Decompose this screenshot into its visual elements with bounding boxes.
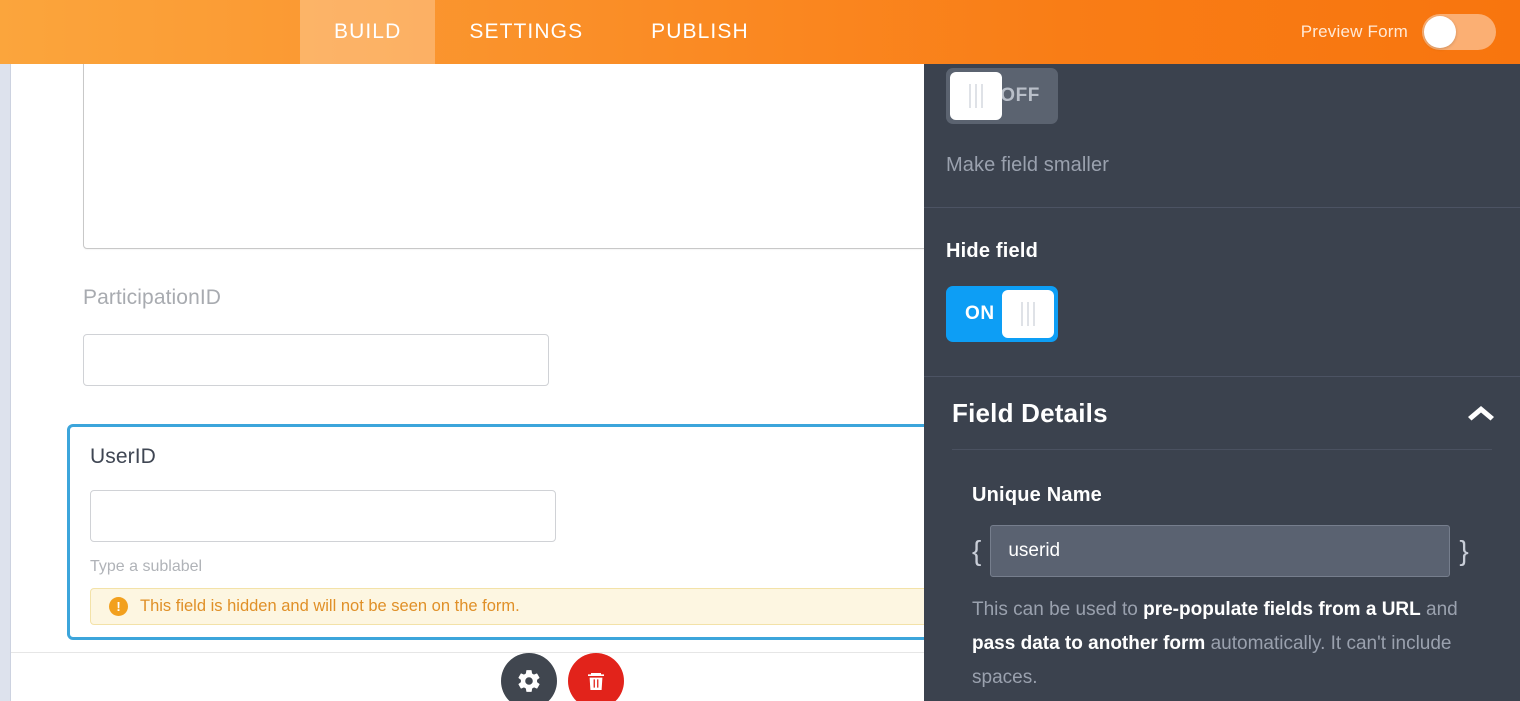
exclamation-icon: ! — [109, 597, 128, 616]
shrink-field-toggle-state: OFF — [1000, 85, 1058, 107]
participationid-input[interactable] — [83, 334, 549, 386]
textarea-field-above[interactable] — [83, 64, 924, 249]
grip-line-icon — [981, 84, 983, 108]
shrink-field-toggle[interactable]: OFF — [946, 68, 1058, 124]
grip-line-icon — [1027, 302, 1029, 326]
app-header: BUILD SETTINGS PUBLISH Preview Form — [0, 0, 1520, 64]
form-field-participationid[interactable]: ParticipationID — [83, 286, 549, 386]
grip-line-icon — [975, 84, 977, 108]
tab-build[interactable]: BUILD — [300, 0, 435, 64]
field-properties-button[interactable] — [501, 653, 557, 701]
preview-form-label: Preview Form — [1301, 22, 1408, 42]
hide-field-toggle-knob — [1002, 290, 1054, 338]
help-bold-2: pass data to another form — [972, 633, 1205, 654]
form-canvas: ParticipationID UserID Type a sublabel !… — [11, 64, 924, 701]
hide-field-heading: Hide field — [946, 240, 1520, 263]
unique-name-row: { } — [972, 525, 1520, 577]
help-part-1: This can be used to — [972, 599, 1143, 620]
grip-line-icon — [1021, 302, 1023, 326]
header-right-group: Preview Form — [1301, 0, 1520, 64]
tab-publish[interactable]: PUBLISH — [617, 0, 783, 64]
help-bold-1: pre-populate fields from a URL — [1143, 599, 1421, 620]
hidden-field-alert: ! This field is hidden and will not be s… — [90, 588, 924, 625]
brace-open: { — [972, 537, 981, 565]
tab-settings-label: SETTINGS — [469, 20, 583, 44]
tab-settings[interactable]: SETTINGS — [435, 0, 617, 64]
main-tabs: BUILD SETTINGS PUBLISH — [300, 0, 783, 64]
trash-icon — [584, 669, 608, 693]
tab-publish-label: PUBLISH — [651, 20, 749, 44]
shrink-field-caption: Make field smaller — [946, 154, 1520, 177]
preview-form-toggle[interactable] — [1422, 14, 1496, 50]
tab-build-label: BUILD — [334, 20, 401, 44]
grip-line-icon — [1033, 302, 1035, 326]
field-details-header[interactable]: Field Details — [924, 377, 1520, 449]
field-action-buttons — [501, 653, 624, 701]
unique-name-help-text: This can be used to pre-populate fields … — [972, 593, 1472, 695]
grip-line-icon — [969, 84, 971, 108]
chevron-up-icon[interactable] — [1466, 398, 1496, 428]
preview-form-toggle-knob — [1424, 16, 1456, 48]
shrink-field-toggle-knob — [950, 72, 1002, 120]
panel-section-hide-field: Hide field ON — [924, 208, 1520, 376]
brace-close: } — [1459, 537, 1468, 565]
userid-sublabel-placeholder[interactable]: Type a sublabel — [90, 558, 924, 576]
gear-icon — [516, 668, 542, 694]
panel-section-field-details: Field Details Unique Name { } This can b… — [924, 377, 1520, 695]
left-rail — [0, 64, 11, 701]
hide-field-toggle[interactable]: ON — [946, 286, 1058, 342]
participationid-label: ParticipationID — [83, 286, 549, 310]
unique-name-input[interactable] — [990, 525, 1450, 577]
field-delete-button[interactable] — [568, 653, 624, 701]
unique-name-group: Unique Name { } This can be used to pre-… — [924, 450, 1520, 695]
field-settings-panel: OFF Make field smaller Hide field ON Fie… — [924, 64, 1520, 701]
userid-input[interactable] — [90, 490, 556, 542]
header-left-spacer — [0, 0, 300, 64]
help-part-2: and — [1421, 599, 1458, 620]
panel-section-shrink: OFF Make field smaller — [924, 68, 1520, 207]
canvas-divider — [11, 652, 924, 653]
form-field-userid-selected[interactable]: UserID Type a sublabel ! This field is h… — [67, 424, 924, 640]
hidden-field-alert-text: This field is hidden and will not be see… — [140, 597, 520, 616]
hide-field-toggle-state: ON — [946, 303, 995, 325]
field-details-title: Field Details — [952, 398, 1108, 429]
unique-name-heading: Unique Name — [972, 484, 1520, 507]
userid-label: UserID — [90, 445, 924, 469]
